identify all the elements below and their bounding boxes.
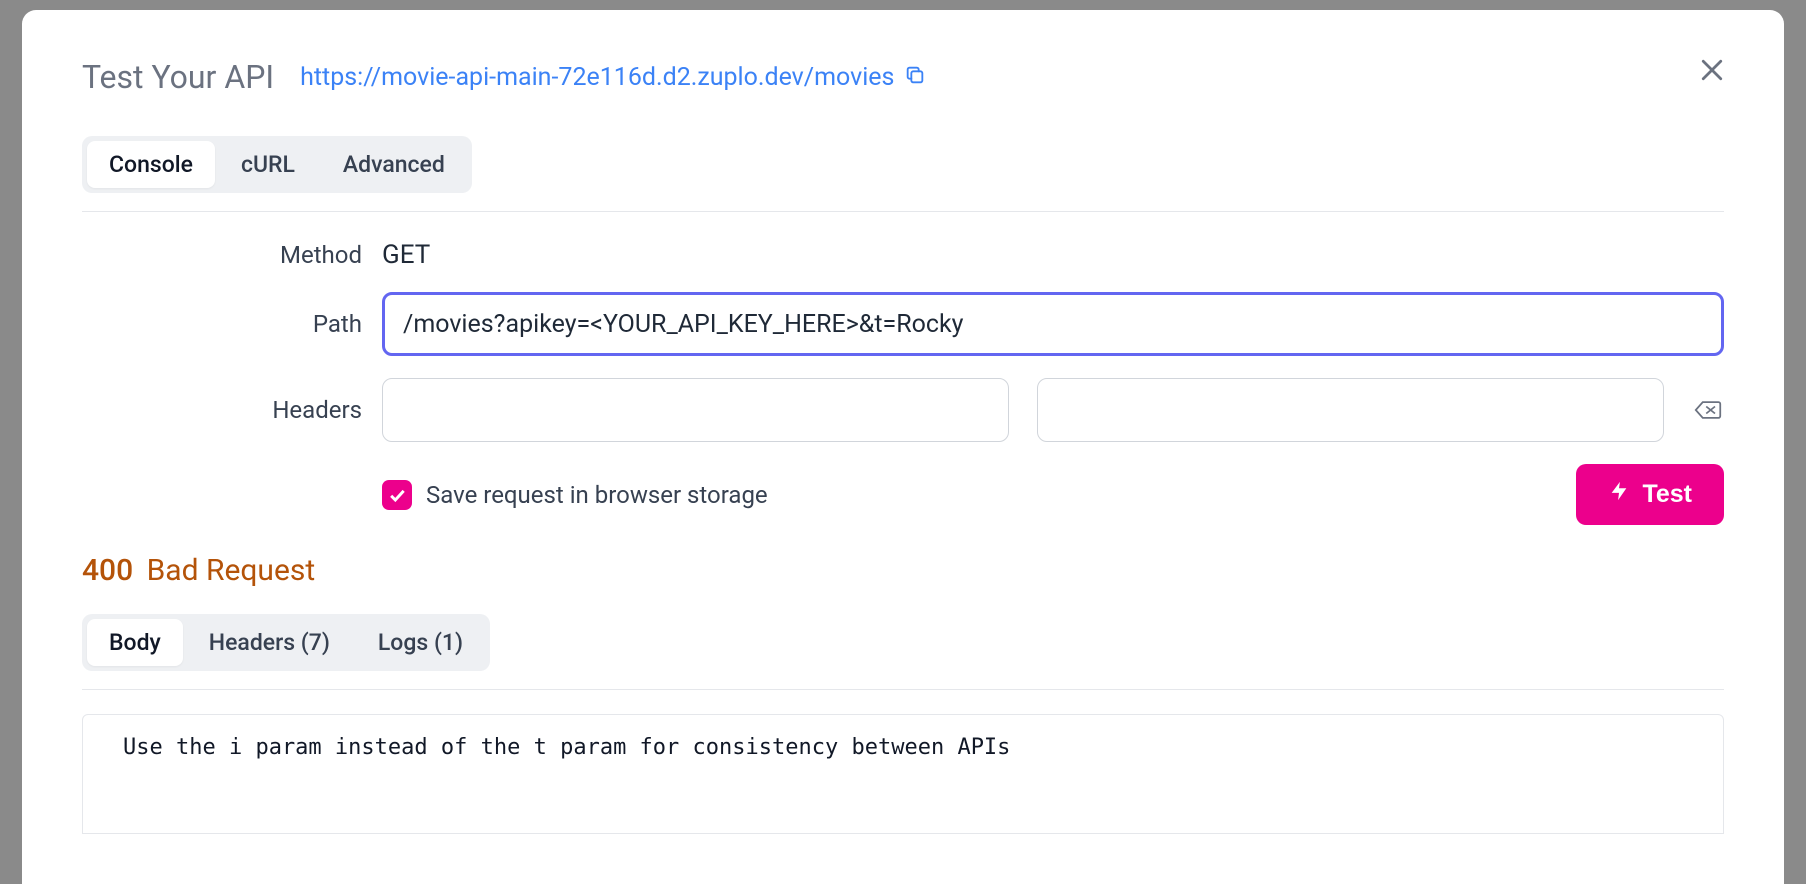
test-button-label: Test — [1642, 480, 1692, 509]
status-code: 400 — [82, 553, 133, 588]
response-body: Use the i param instead of the t param f… — [82, 714, 1724, 834]
modal-title: Test Your API — [82, 58, 274, 96]
method-label: Method — [82, 241, 382, 269]
path-label: Path — [82, 310, 382, 338]
divider — [82, 689, 1724, 690]
method-value: GET — [382, 240, 430, 270]
header-key-input[interactable] — [382, 378, 1009, 442]
endpoint-url[interactable]: https://movie-api-main-72e116d.d2.zuplo.… — [300, 63, 894, 92]
response-status: 400 Bad Request — [82, 553, 1724, 588]
header-value-input[interactable] — [1037, 378, 1664, 442]
headers-inputs — [382, 378, 1724, 442]
action-row: Save request in browser storage Test — [82, 464, 1724, 525]
tab-response-headers[interactable]: Headers (7) — [187, 619, 352, 666]
path-row: Path — [82, 292, 1724, 356]
delete-header-icon[interactable] — [1692, 394, 1724, 426]
endpoint-url-wrap: https://movie-api-main-72e116d.d2.zuplo.… — [300, 63, 926, 92]
tab-body[interactable]: Body — [87, 619, 183, 666]
close-button[interactable] — [1692, 50, 1732, 90]
save-request-wrap: Save request in browser storage — [382, 480, 1576, 510]
method-row: Method GET — [82, 240, 1724, 270]
headers-row: Headers — [82, 378, 1724, 442]
test-button[interactable]: Test — [1576, 464, 1724, 525]
save-request-checkbox[interactable] — [382, 480, 412, 510]
tab-curl[interactable]: cURL — [219, 141, 317, 188]
request-tabs: Console cURL Advanced — [82, 136, 472, 193]
tab-logs[interactable]: Logs (1) — [356, 619, 485, 666]
api-test-modal: Test Your API https://movie-api-main-72e… — [22, 10, 1784, 884]
copy-url-icon[interactable] — [904, 64, 926, 90]
path-input[interactable] — [382, 292, 1724, 356]
divider — [82, 211, 1724, 212]
tab-advanced[interactable]: Advanced — [321, 141, 467, 188]
headers-label: Headers — [82, 396, 382, 424]
save-request-label: Save request in browser storage — [426, 481, 768, 509]
status-text: Bad Request — [147, 553, 316, 588]
response-tabs: Body Headers (7) Logs (1) — [82, 614, 490, 671]
modal-header: Test Your API https://movie-api-main-72e… — [82, 58, 1724, 96]
tab-console[interactable]: Console — [87, 141, 215, 188]
bolt-icon — [1608, 480, 1630, 509]
